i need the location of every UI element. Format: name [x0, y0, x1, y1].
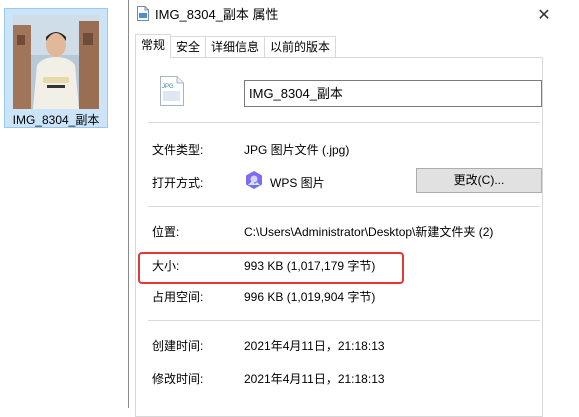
size-highlight-box — [138, 252, 404, 284]
modified-label: 修改时间: — [152, 372, 204, 386]
divider — [148, 320, 540, 321]
divider — [148, 122, 540, 123]
tab-general[interactable]: 常规 — [135, 34, 172, 58]
general-panel: JPG IMG_8304_副本 文件类型: JPG 图片文件 (.jpg) 打开… — [135, 57, 543, 417]
size-on-disk-value: 996 KB (1,019,904 字节) — [244, 290, 376, 304]
modified-value: 2021年4月11日，21:18:13 — [244, 372, 385, 386]
tab-details[interactable]: 详细信息 — [205, 36, 266, 57]
jpg-icon-text: JPG — [162, 84, 174, 90]
tab-security[interactable]: 安全 — [170, 36, 207, 57]
created-label: 创建时间: — [152, 339, 204, 353]
title-bar[interactable]: IMG_8304_副本 属性 ✕ — [129, 0, 579, 28]
file-type-value: JPG 图片文件 (.jpg) — [244, 143, 350, 157]
tab-previous-versions[interactable]: 以前的版本 — [264, 36, 337, 57]
file-type-label: 文件类型: — [152, 143, 204, 157]
close-button[interactable]: ✕ — [529, 2, 559, 26]
file-icon — [137, 6, 149, 21]
change-button[interactable]: 更改(C)... — [416, 168, 542, 193]
image-thumbnail — [13, 15, 99, 109]
tab-strip: 常规 安全 详细信息 以前的版本 — [135, 34, 337, 58]
properties-dialog: IMG_8304_副本 属性 ✕ 常规 安全 详细信息 以前的版本 JPG IM… — [128, 0, 579, 417]
wps-photo-icon — [246, 171, 262, 189]
desktop-file-label: IMG_8304_副本 — [12, 113, 100, 127]
file-name-input[interactable]: IMG_8304_副本 — [244, 80, 542, 107]
opens-with-value: WPS 图片 — [270, 176, 325, 190]
opens-with-label: 打开方式: — [152, 176, 204, 190]
close-icon: ✕ — [537, 4, 551, 24]
jpg-file-icon: JPG — [160, 76, 184, 106]
created-value: 2021年4月11日，21:18:13 — [244, 339, 385, 353]
location-label: 位置: — [152, 225, 180, 239]
desktop: IMG_8304_副本 IMG_8304_副本 属性 ✕ 常规 安全 详细信息 … — [0, 0, 579, 417]
desktop-file-icon[interactable]: IMG_8304_副本 — [4, 8, 108, 128]
size-on-disk-label: 占用空间: — [152, 290, 204, 304]
divider — [148, 206, 540, 207]
window-title: IMG_8304_副本 属性 — [155, 7, 279, 22]
location-value: C:\Users\Administrator\Desktop\新建文件夹 (2) — [244, 225, 494, 239]
